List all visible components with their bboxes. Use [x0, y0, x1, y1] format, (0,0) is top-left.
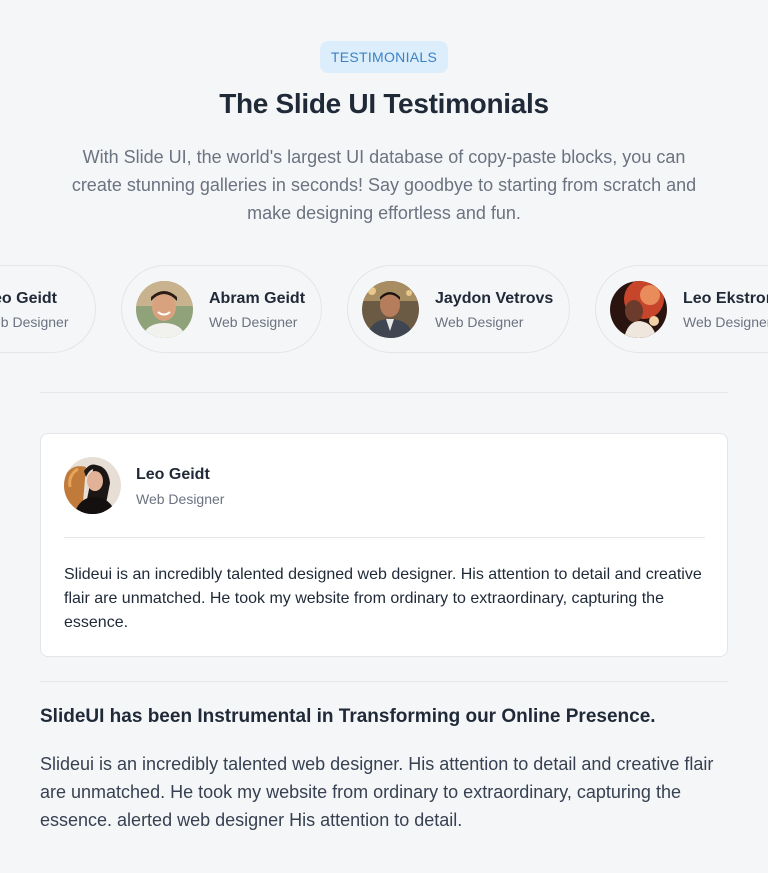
section-badge: TESTIMONIALS: [320, 41, 448, 73]
pill-role: Web Designer: [435, 314, 524, 330]
testimonial-card: Leo Geidt Web Designer Slideui is an inc…: [40, 433, 728, 657]
feature-headline: SlideUI has been Instrumental in Transfo…: [40, 706, 656, 727]
pill-role: Web Designer: [209, 314, 298, 330]
pill-role: Web Designer: [683, 314, 768, 330]
pill-name: Jaydon Vetrovs: [435, 290, 554, 307]
pill-name: eo Geidt: [0, 290, 58, 307]
avatar: [362, 281, 419, 338]
testimonial-pill-leo-ekstrom[interactable]: Leo Ekstrom Web Designer: [595, 265, 768, 353]
avatar: [136, 281, 193, 338]
testimonials-page: TESTIMONIALS The Slide UI Testimonials W…: [0, 0, 768, 873]
section-subtitle: With Slide UI, the world's largest UI da…: [71, 147, 697, 223]
avatar: [610, 281, 667, 338]
card-quote: Slideui is an incredibly talented design…: [64, 566, 702, 631]
pill-role: eb Designer: [0, 314, 69, 330]
card-author-role: Web Designer: [136, 491, 225, 507]
card-author-name: Leo Geidt: [136, 466, 210, 483]
testimonial-pill-jaydon-vetrovs[interactable]: Jaydon Vetrovs Web Designer: [347, 265, 570, 353]
pill-name: Abram Geidt: [209, 290, 306, 307]
feature-body: Slideui is an incredibly talented web de…: [40, 754, 714, 830]
section-divider: [40, 392, 728, 393]
testimonial-pill-leo-geidt[interactable]: eo Geidt eb Designer: [0, 265, 96, 353]
card-divider: [64, 537, 705, 538]
testimonial-pill-abram-geidt[interactable]: Abram Geidt Web Designer: [121, 265, 322, 353]
avatar: [64, 457, 121, 514]
section-title: The Slide UI Testimonials: [219, 88, 549, 119]
pill-name: Leo Ekstrom: [683, 290, 768, 307]
section-divider: [40, 681, 728, 682]
